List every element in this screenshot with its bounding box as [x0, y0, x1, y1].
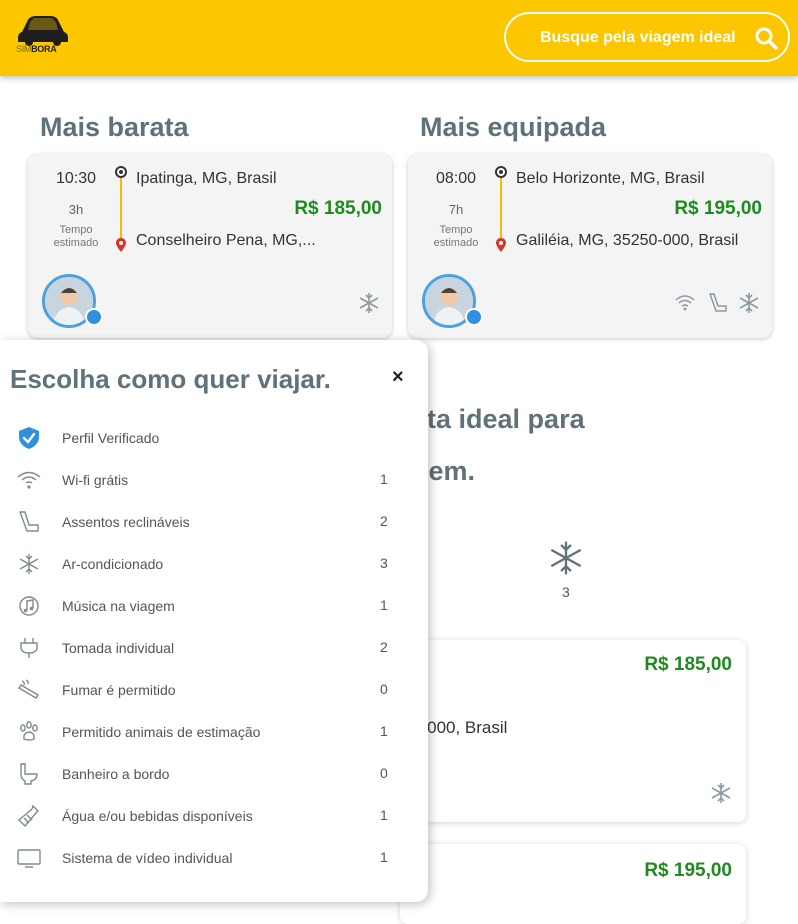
destination-pin-icon: [496, 238, 506, 252]
filter-option-label: Tomada individual: [62, 640, 175, 656]
origin-marker-icon: [495, 166, 507, 178]
filter-option-video[interactable]: Sistema de vídeo individual 1: [0, 838, 428, 878]
filter-option-count: 0: [380, 681, 388, 697]
toilet-icon: [20, 763, 38, 785]
close-button[interactable]: ×: [392, 366, 404, 389]
snowflake-icon: [739, 293, 759, 313]
filter-option-pets[interactable]: Permitido animais de estimação 1: [0, 712, 428, 752]
filter-option-label: Fumar é permitido: [62, 682, 176, 698]
search-label: Busque pela viagem ideal: [540, 29, 736, 46]
filter-option-label: Água e/ou bebidas disponíveis: [62, 808, 253, 824]
amenity-icons: [358, 292, 380, 314]
snowflake-icon: [711, 783, 731, 803]
estimate-label-1: Tempo: [59, 224, 93, 236]
bg-snow-count: 3: [562, 584, 570, 600]
logo-sim: SIM: [16, 44, 32, 54]
departure-time: 10:30: [55, 170, 97, 187]
filter-option-count: 1: [380, 471, 388, 487]
filter-option-verified[interactable]: Perfil Verificado: [0, 418, 428, 458]
filter-option-count: 2: [380, 639, 388, 655]
filter-option-drinks[interactable]: Água e/ou bebidas disponíveis 1: [0, 796, 428, 836]
trip-card-cheapest[interactable]: 10:30 3h Tempo estimado Ipatinga, MG, Br…: [28, 154, 392, 338]
filter-option-count: 1: [380, 849, 388, 865]
filter-panel: Escolha como quer viajar. × Perfil Verif…: [0, 340, 428, 902]
filter-option-count: 1: [380, 597, 388, 613]
filter-option-count: 1: [380, 807, 388, 823]
filter-option-power-outlet[interactable]: Tomada individual 2: [0, 628, 428, 668]
wifi-icon: [675, 295, 695, 311]
destination-city: Galiléia, MG, 35250-000, Brasil: [516, 232, 739, 249]
seat-icon: [19, 511, 39, 532]
logo-bora: BORA: [31, 44, 57, 54]
filter-option-label: Assentos reclináveis: [62, 514, 190, 530]
snowflake-icon: [359, 293, 379, 313]
wifi-icon: [17, 471, 41, 489]
simbora-logo[interactable]: SIMBORA: [16, 14, 70, 58]
trip-duration: 3h: [68, 202, 84, 217]
top-bar: SIMBORA Busque pela viagem ideal: [0, 0, 798, 76]
amenity-icons: [674, 292, 760, 314]
verified-shield-icon: [19, 427, 39, 449]
trip-price: R$ 185,00: [644, 654, 732, 675]
route-line: [500, 178, 502, 240]
car-icon: [18, 16, 68, 46]
filter-option-count: 2: [380, 513, 388, 529]
bottle-icon: [17, 804, 39, 828]
estimate-label-1: Tempo: [439, 224, 473, 236]
destination-pin-icon: [116, 238, 126, 252]
filter-option-label: Banheiro a bordo: [62, 766, 170, 782]
filter-option-label: Perfil Verificado: [62, 430, 160, 446]
filter-option-label: Wi-fi grátis: [62, 472, 129, 488]
snowflake-icon: [19, 554, 39, 574]
section-title-cheapest: Mais barata: [40, 112, 189, 142]
trip-price: R$ 185,00: [294, 198, 382, 219]
trip-duration: 7h: [448, 202, 464, 217]
logo-wordmark: SIMBORA: [16, 44, 57, 54]
origin-city: Belo Horizonte, MG, Brasil: [516, 170, 705, 187]
destination-city: Conselheiro Pena, MG,...: [136, 232, 316, 249]
filter-option-label: Música na viagem: [62, 598, 175, 614]
route-line: [120, 178, 122, 240]
filter-option-bathroom[interactable]: Banheiro a bordo 0: [0, 754, 428, 794]
filter-option-count: 0: [380, 765, 388, 781]
origin-marker-icon: [115, 166, 127, 178]
filter-option-count: 1: [380, 723, 388, 739]
trip-result-card[interactable]: R$ 185,00 0-000, Brasil: [400, 640, 746, 822]
bg-heading-line1: sta ideal para: [412, 404, 585, 434]
search-icon: [755, 27, 778, 50]
search-button[interactable]: Busque pela viagem ideal: [504, 12, 790, 62]
filter-option-label: Sistema de vídeo individual: [62, 850, 233, 866]
trip-result-card[interactable]: sil R$ 195,00: [400, 844, 746, 924]
seat-icon: [709, 293, 727, 312]
origin-city: Ipatinga, MG, Brasil: [136, 170, 277, 187]
filter-option-air-conditioning[interactable]: Ar-condicionado 3: [0, 544, 428, 584]
trip-price: R$ 195,00: [674, 198, 762, 219]
smoking-icon: [18, 679, 39, 699]
verified-badge-icon: [465, 308, 483, 326]
filter-option-count: 3: [380, 555, 388, 571]
trip-price: R$ 195,00: [644, 860, 732, 881]
filter-option-music[interactable]: Música na viagem 1: [0, 586, 428, 626]
estimate-label-2: estimado: [53, 237, 99, 249]
trip-card-equipped[interactable]: 08:00 7h Tempo estimado Belo Horizonte, …: [408, 154, 772, 338]
filter-option-wifi[interactable]: Wi-fi grátis 1: [0, 460, 428, 500]
filter-option-label: Ar-condicionado: [62, 556, 164, 572]
verified-badge-icon: [85, 308, 103, 326]
filter-option-reclining-seats[interactable]: Assentos reclináveis 2: [0, 502, 428, 542]
filter-option-label: Permitido animais de estimação: [62, 724, 261, 740]
monitor-icon: [17, 849, 41, 868]
plug-icon: [20, 638, 38, 658]
filter-option-smoking[interactable]: Fumar é permitido 0: [0, 670, 428, 710]
estimate-label-2: estimado: [433, 237, 479, 249]
music-icon: [19, 596, 39, 616]
snowflake-icon: [550, 541, 582, 575]
paw-icon: [20, 721, 38, 741]
filter-panel-title: Escolha como quer viajar.: [10, 364, 331, 394]
section-title-equipped: Mais equipada: [420, 112, 607, 142]
departure-time: 08:00: [435, 170, 477, 187]
